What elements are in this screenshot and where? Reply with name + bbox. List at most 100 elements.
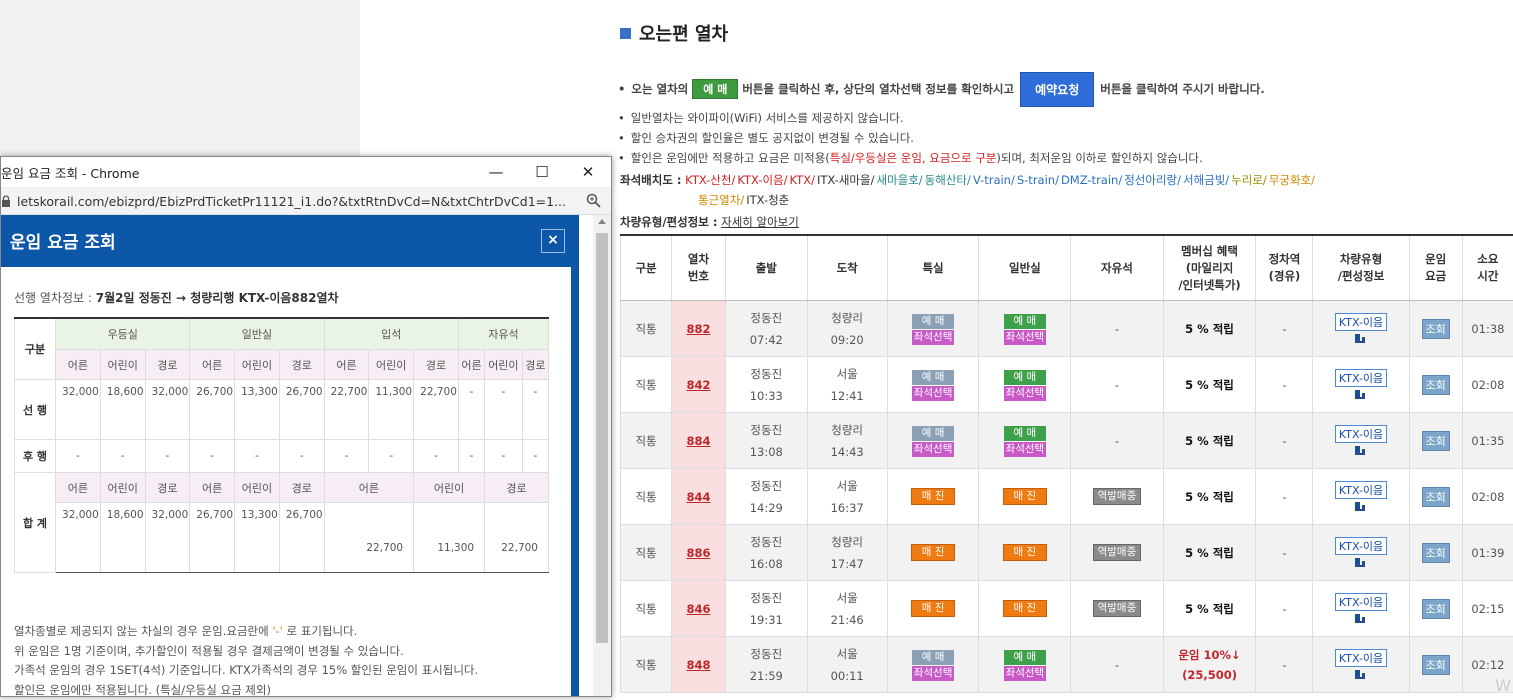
maximize-icon[interactable]: ☐ [519,157,565,187]
mileage-value: 5 % 적립 [1185,602,1234,616]
seat-layout-icon[interactable] [1353,445,1369,457]
fare-view-button[interactable]: 조회 [1422,375,1450,395]
seat-layout-icon[interactable] [1353,389,1369,401]
vehicle-type-link[interactable]: KTX-이음 [1335,369,1387,387]
free-seat-value: - [1115,378,1119,392]
fare-sub-header: 어른 [324,473,414,503]
reserve-button[interactable]: 예 매 [1004,426,1046,441]
legend-train-link[interactable]: 동해산타/ [925,173,971,187]
train-number-link[interactable]: 886 [687,546,711,560]
seat-layout-icon[interactable] [1353,669,1369,681]
prev-label: 선행 열차정보 : [14,291,92,305]
address-bar[interactable]: letskorail.com/ebizprd/EbizPrdTicketPr11… [1,188,611,215]
train-number-link[interactable]: 884 [687,434,711,448]
legend-train-link[interactable]: 통근열차/ [698,193,744,207]
fare-total-value: 26,700 [279,503,324,573]
seat-select-button[interactable]: 좌석선택 [1004,442,1046,457]
scroll-thumb[interactable] [596,233,608,643]
vehicle-type-link[interactable]: KTX-이음 [1335,313,1387,331]
fare-sub-header: 어른 [458,350,484,380]
seat-layout-icon[interactable] [1353,613,1369,625]
train-number-link[interactable]: 842 [687,378,711,392]
fare-view-button[interactable]: 조회 [1422,655,1450,675]
reserve-button[interactable]: 예 매 [1004,314,1046,329]
legend-train-link[interactable]: 누리로/ [1231,173,1267,187]
seat-layout-icon[interactable] [1353,501,1369,513]
notice-text: 버튼을 클릭하신 후, 상단의 열차선택 정보를 확인하시고 [742,81,1014,97]
legend-train-link[interactable]: KTX-이음/ [737,173,787,187]
legend-train-link[interactable]: 서해금빛/ [1183,173,1229,187]
legend-train-link[interactable]: KTX-산천/ [685,173,735,187]
fare-value: 26,700 [279,380,324,440]
train-number-cell: 846 [672,581,726,637]
fare-view-button[interactable]: 조회 [1422,487,1450,507]
reservation-request-button[interactable]: 예약요청 [1020,72,1094,107]
fare-view-button[interactable]: 조회 [1422,319,1450,339]
seat-select-button[interactable]: 좌석선택 [912,442,954,457]
reserve-button[interactable]: 예 매 [912,650,954,665]
fare-sub-header: 경로 [279,473,324,503]
scroll-up-icon[interactable] [598,219,606,224]
fare-view-button[interactable]: 조회 [1422,599,1450,619]
reserve-button[interactable]: 예 매 [912,426,954,441]
train-number-link[interactable]: 882 [687,322,711,336]
close-icon[interactable]: ✕ [565,157,611,187]
vehicle-info-link[interactable]: 자세히 알아보기 [721,215,799,229]
sold-out-badge: 매 진 [1003,544,1047,561]
reserve-button[interactable]: 예 매 [1004,650,1046,665]
seat-select-button[interactable]: 좌석선택 [1004,330,1046,345]
modal-close-button[interactable]: × [541,229,565,253]
legend-train-link[interactable]: DMZ-train/ [1061,173,1122,187]
legend-train-link[interactable]: ITX-청춘 [746,193,789,207]
legend-train-link[interactable]: ITX-새마을/ [817,173,875,187]
fare-sub-header: 경로 [145,350,190,380]
train-number-link[interactable]: 848 [687,658,711,672]
arrival-time: 12:41 [808,385,887,407]
departure-station: 정동진 [726,419,807,441]
notice-item: • 할인은 운임에만 적용하고 요금은 미적용(특실/우등실은 운임, 요금으로… [618,148,1498,168]
seat-select-button[interactable]: 좌석선택 [1004,666,1046,681]
train-number-link[interactable]: 846 [687,602,711,616]
fare-group-header: 입석 [324,318,458,350]
minimize-icon[interactable]: — [473,157,519,187]
vehicle-cell: KTX-이음 [1313,413,1409,469]
vehicle-type-link[interactable]: KTX-이음 [1335,481,1387,499]
seat-select-button[interactable]: 좌석선택 [1004,386,1046,401]
fare-group-header: 일반실 [190,318,324,350]
departure-cell: 정동진16:08 [725,525,807,581]
seat-select-button[interactable]: 좌석선택 [912,386,954,401]
fare-table: 구분 우등실 일반실 입석 자유석 어른어린이경로어른어린이경로어른어린이경로어… [14,317,549,573]
vehicle-type-link[interactable]: KTX-이음 [1335,593,1387,611]
legend-train-link[interactable]: V-train/ [973,173,1015,187]
legend-train-link[interactable]: 새마을호/ [876,173,922,187]
seat-layout-icon[interactable] [1353,333,1369,345]
legend-train-link[interactable]: 정선아리랑/ [1124,173,1181,187]
legend-train-link[interactable]: S-train/ [1017,173,1059,187]
legend-label: 좌석배치도 : [620,173,682,187]
fare-value: 22,700 [414,380,459,440]
fare-view-button[interactable]: 조회 [1422,543,1450,563]
fare-value: - [100,440,145,473]
reserve-button[interactable]: 예 매 [1004,370,1046,385]
reserve-button[interactable]: 예 매 [912,314,954,329]
fare-view-button[interactable]: 조회 [1422,431,1450,451]
vehicle-type-link[interactable]: KTX-이음 [1335,425,1387,443]
vehicle-type-link[interactable]: KTX-이음 [1335,537,1387,555]
popup-scrollbar[interactable] [593,215,611,696]
fare-sub-header: 어린이 [100,473,145,503]
legend-train-link[interactable]: 무궁화호/ [1269,173,1315,187]
vehicle-type-link[interactable]: KTX-이음 [1335,649,1387,667]
legend-train-link[interactable]: KTX/ [790,173,815,187]
window-title: 운임 요금 조회 - Chrome [1,163,139,182]
train-number-link[interactable]: 844 [687,490,711,504]
seat-select-button[interactable]: 좌석선택 [912,666,954,681]
vehicle-cell: KTX-이음 [1313,637,1409,693]
duration-cell: 02:08 [1462,357,1513,413]
zoom-icon[interactable] [586,193,601,208]
seat-layout-icon[interactable] [1353,557,1369,569]
sold-out-badge: 매 진 [1003,488,1047,505]
vehicle-cell: KTX-이음 [1313,301,1409,357]
seat-select-button[interactable]: 좌석선택 [912,330,954,345]
departure-station: 정동진 [726,475,807,497]
reserve-button[interactable]: 예 매 [912,370,954,385]
